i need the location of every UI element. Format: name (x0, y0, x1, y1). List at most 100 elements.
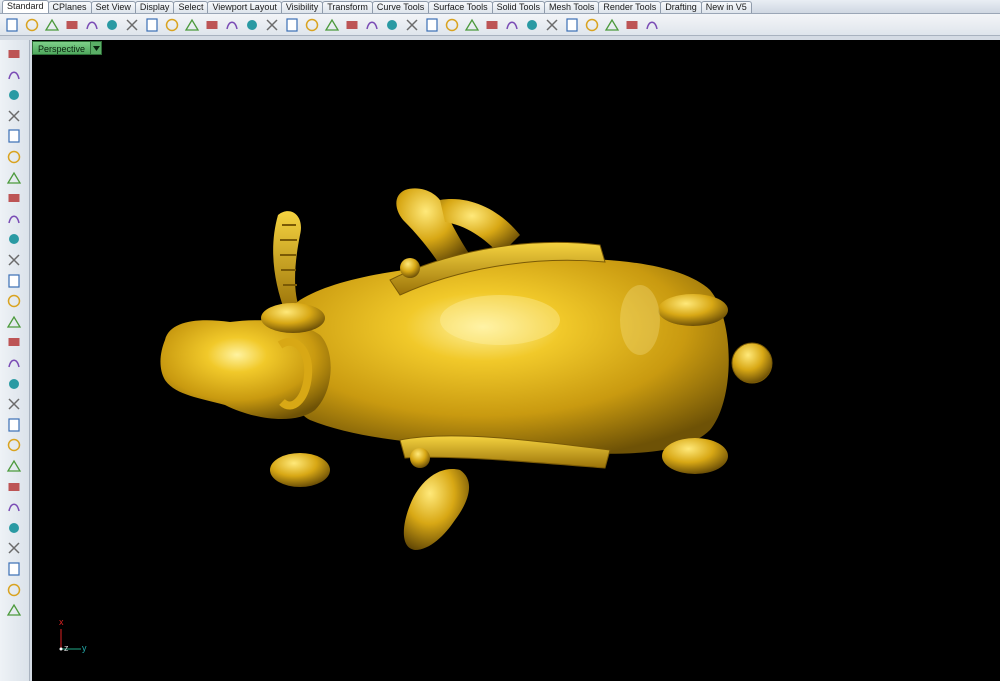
tab-select[interactable]: Select (173, 1, 209, 13)
open-icon (25, 18, 38, 31)
tab-solid-tools[interactable]: Solid Tools (491, 1, 545, 13)
render-preview-button[interactable] (563, 16, 580, 34)
new-button[interactable] (3, 16, 20, 34)
polygon-tool[interactable] (6, 170, 22, 186)
tab-viewport-layout[interactable]: Viewport Layout (207, 1, 282, 13)
dimension-button[interactable] (603, 16, 620, 34)
tab-set-view[interactable]: Set View (90, 1, 136, 13)
boolean-tool[interactable] (6, 314, 22, 330)
arc-tool[interactable] (6, 211, 22, 227)
extrude-tool[interactable] (6, 273, 22, 289)
points-button[interactable] (383, 16, 400, 34)
text-tool[interactable] (6, 499, 22, 515)
cut-button[interactable] (103, 16, 120, 34)
select-curves-button[interactable] (343, 16, 360, 34)
tab-new-in-v5[interactable]: New in V5 (700, 1, 752, 13)
gear-tool[interactable] (6, 376, 22, 392)
dimension-tool-tool[interactable] (6, 417, 22, 433)
bull-model[interactable] (32, 40, 1000, 681)
rotate-view-button[interactable] (303, 16, 320, 34)
zoom-selected-button[interactable] (283, 16, 300, 34)
zoom-window-button[interactable] (243, 16, 260, 34)
gear-icon (9, 378, 19, 389)
viewport-title-tab: Perspective (32, 41, 103, 55)
layer-tool[interactable] (6, 561, 22, 577)
tab-cplanes[interactable]: CPlanes (47, 1, 92, 13)
import-button[interactable] (83, 16, 100, 34)
mesh-tool-tool[interactable] (6, 355, 22, 371)
box-solid-tool[interactable] (6, 293, 22, 309)
move-button[interactable] (203, 16, 220, 34)
viewport-title[interactable]: Perspective (32, 41, 92, 55)
circle-tool[interactable] (6, 128, 22, 144)
edit-points-button[interactable] (403, 16, 420, 34)
light-button[interactable] (443, 16, 460, 34)
lock-layer-button[interactable] (463, 16, 480, 34)
tab-transform[interactable]: Transform (322, 1, 373, 13)
curve-tool[interactable] (6, 108, 22, 124)
pan-icon (184, 18, 199, 31)
toolbar-tab-strip: Standard CPlanes Set View Display Select View… (0, 0, 1000, 14)
four-viewports-button[interactable] (323, 16, 340, 34)
lock-icon (425, 17, 438, 32)
pan-button[interactable] (183, 16, 200, 34)
more-tool[interactable] (6, 602, 22, 618)
tab-surface-tools[interactable]: Surface Tools (428, 1, 493, 13)
group-tool[interactable] (6, 520, 22, 536)
render-preview-icon (565, 17, 578, 32)
rectangle-tool[interactable] (6, 190, 22, 206)
perspective-viewport[interactable] (32, 40, 1000, 681)
tab-mesh-tools[interactable]: Mesh Tools (543, 1, 600, 13)
transform-tool[interactable] (6, 396, 22, 412)
tab-drafting[interactable]: Drafting (660, 1, 702, 13)
sphere-button[interactable] (523, 16, 540, 34)
zoom-button[interactable] (223, 16, 240, 34)
standard-toolbar (0, 14, 1000, 36)
text-icon (8, 503, 20, 512)
select-arrow-icon (8, 50, 20, 58)
point-tool[interactable] (6, 67, 22, 83)
zoom-extents-button[interactable] (263, 16, 280, 34)
blend-tool[interactable] (6, 458, 22, 474)
tab-display[interactable]: Display (134, 1, 175, 13)
print-icon (66, 20, 77, 29)
print-button[interactable] (63, 16, 80, 34)
help-button[interactable] (643, 16, 660, 34)
polyline-tool[interactable] (6, 87, 22, 103)
tab-standard[interactable]: Standard (2, 0, 49, 13)
new-icon (5, 17, 18, 32)
lock-button[interactable] (423, 16, 440, 34)
paste-button[interactable] (143, 16, 160, 34)
blend-icon (6, 459, 22, 472)
surface-tool[interactable] (6, 252, 22, 268)
cylinder-tool[interactable] (6, 334, 22, 350)
copy-icon (125, 18, 138, 31)
rotate-view-icon (305, 18, 318, 31)
open-button[interactable] (23, 16, 40, 34)
save-button[interactable] (43, 16, 60, 34)
dimension-icon (604, 18, 619, 31)
render-button[interactable] (483, 16, 500, 34)
mesh-button[interactable] (543, 16, 560, 34)
tab-curve-tools[interactable]: Curve Tools (371, 1, 430, 13)
point-icon (8, 71, 20, 79)
save-icon (44, 18, 59, 31)
car-button[interactable] (363, 16, 380, 34)
properties-button[interactable] (623, 16, 640, 34)
copy-button[interactable] (123, 16, 140, 34)
environment-button[interactable] (583, 16, 600, 34)
layer-icon (8, 562, 20, 576)
render-mesh-tool[interactable] (6, 582, 22, 598)
viewport-menu-button[interactable] (91, 41, 103, 55)
analyze-tool[interactable] (6, 437, 22, 453)
undo-button[interactable] (163, 16, 180, 34)
tab-render-tools[interactable]: Render Tools (598, 1, 662, 13)
sphere-icon (526, 19, 537, 30)
ellipse-tool[interactable] (6, 149, 22, 165)
tab-visibility[interactable]: Visibility (280, 1, 324, 13)
offset-tool[interactable] (6, 231, 22, 247)
color-wheel-button[interactable] (503, 16, 520, 34)
block-tool[interactable] (6, 540, 22, 556)
fillet-tool[interactable] (6, 479, 22, 495)
select-arrow-tool[interactable] (6, 46, 22, 62)
